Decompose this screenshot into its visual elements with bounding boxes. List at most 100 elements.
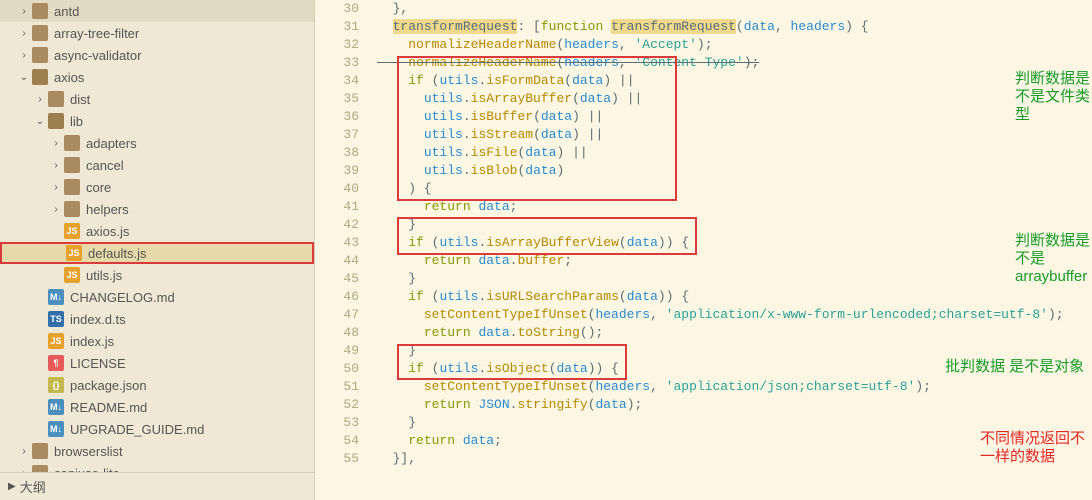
file-item-index.js[interactable]: JSindex.js [0, 330, 314, 352]
code-line[interactable]: utils.isBlob(data) [377, 162, 1092, 180]
item-label: lib [70, 114, 83, 129]
chevron-right-icon: ▶ [8, 481, 16, 492]
code-line[interactable]: normalizeHeaderName(headers, 'Content-Ty… [377, 54, 1092, 72]
folder-item-helpers[interactable]: ›helpers [0, 198, 314, 220]
item-label: browserslist [54, 444, 123, 459]
code-line[interactable]: if (utils.isObject(data)) { [377, 360, 1092, 378]
item-label: dist [70, 92, 90, 107]
code-line[interactable]: normalizeHeaderName(headers, 'Accept'); [377, 36, 1092, 54]
code-line[interactable]: return data.buffer; [377, 252, 1092, 270]
line-number: 55 [315, 450, 359, 468]
folder-icon [64, 157, 80, 173]
line-number: 38 [315, 144, 359, 162]
folder-item-async-validator[interactable]: › async-validator [0, 44, 314, 66]
code-line[interactable]: return JSON.stringify(data); [377, 396, 1092, 414]
file-icon: TS [48, 311, 64, 327]
line-number: 50 [315, 360, 359, 378]
code-line[interactable]: transformRequest: [function transformReq… [377, 18, 1092, 36]
code-line[interactable]: return data; [377, 432, 1092, 450]
code-line[interactable]: setContentTypeIfUnset(headers, 'applicat… [377, 306, 1092, 324]
chevron-right-icon: › [16, 50, 32, 61]
chevron-right-icon: › [48, 204, 64, 215]
item-label: package.json [70, 378, 147, 393]
line-number: 49 [315, 342, 359, 360]
file-item-UPGRADE_GUIDE.md[interactable]: M↓ UPGRADE_GUIDE.md [0, 418, 314, 440]
folder-icon [64, 201, 80, 217]
line-number: 42 [315, 216, 359, 234]
chevron-right-icon: › [32, 94, 48, 105]
line-number: 46 [315, 288, 359, 306]
file-item-axios.js[interactable]: JSaxios.js [0, 220, 314, 242]
item-label: index.js [70, 334, 114, 349]
item-label: array-tree-filter [54, 26, 139, 41]
item-label: CHANGELOG.md [70, 290, 175, 305]
line-number: 33 [315, 54, 359, 72]
code-line[interactable]: utils.isStream(data) || [377, 126, 1092, 144]
chevron-right-icon: › [48, 160, 64, 171]
file-item-LICENSE[interactable]: ¶LICENSE [0, 352, 314, 374]
code-area[interactable]: }, transformRequest: [function transform… [377, 0, 1092, 500]
item-label: cancel [86, 158, 124, 173]
line-number: 40 [315, 180, 359, 198]
file-icon: JS [64, 267, 80, 283]
folder-item-core[interactable]: ›core [0, 176, 314, 198]
line-number: 32 [315, 36, 359, 54]
folder-item-cancel[interactable]: › cancel [0, 154, 314, 176]
code-line[interactable]: }, [377, 0, 1092, 18]
line-number: 43 [315, 234, 359, 252]
code-line[interactable]: if (utils.isFormData(data) || [377, 72, 1092, 90]
file-icon: M↓ [48, 421, 64, 437]
line-number: 30 [315, 0, 359, 18]
code-line[interactable]: } [377, 270, 1092, 288]
code-line[interactable]: utils.isFile(data) || [377, 144, 1092, 162]
code-line[interactable]: setContentTypeIfUnset(headers, 'applicat… [377, 378, 1092, 396]
code-line[interactable]: utils.isArrayBuffer(data) || [377, 90, 1092, 108]
item-label: UPGRADE_GUIDE.md [70, 422, 204, 437]
folder-item-dist[interactable]: › dist [0, 88, 314, 110]
file-item-defaults.js[interactable]: JSdefaults.js [0, 242, 314, 264]
file-item-CHANGELOG.md[interactable]: M↓CHANGELOG.md [0, 286, 314, 308]
code-line[interactable]: return data; [377, 198, 1092, 216]
folder-item-array-tree-filter[interactable]: ›array-tree-filter [0, 22, 314, 44]
code-line[interactable]: } [377, 414, 1092, 432]
folder-icon [32, 25, 48, 41]
line-number: 48 [315, 324, 359, 342]
item-label: async-validator [54, 48, 141, 63]
file-explorer-sidebar: ›antd›array-tree-filter›async-validator⌄… [0, 0, 315, 500]
line-number: 36 [315, 108, 359, 126]
code-line[interactable]: utils.isBuffer(data) || [377, 108, 1092, 126]
code-line[interactable]: ) { [377, 180, 1092, 198]
item-label: adapters [86, 136, 137, 151]
code-line[interactable]: } [377, 342, 1092, 360]
folder-item-browserslist[interactable]: › browserslist [0, 440, 314, 462]
code-editor[interactable]: 3031323334353637383940414243444546474849… [315, 0, 1092, 500]
file-item-utils.js[interactable]: JSutils.js [0, 264, 314, 286]
file-item-README.md[interactable]: M↓README.md [0, 396, 314, 418]
folder-item-lib[interactable]: ⌄lib [0, 110, 314, 132]
folder-icon [32, 69, 48, 85]
folder-icon [32, 47, 48, 63]
folder-icon [48, 113, 64, 129]
line-number: 47 [315, 306, 359, 324]
chevron-down-icon: ⌄ [16, 72, 32, 83]
code-line[interactable]: return data.toString(); [377, 324, 1092, 342]
item-label: LICENSE [70, 356, 126, 371]
file-item-package.json[interactable]: {}package.json [0, 374, 314, 396]
line-number: 52 [315, 396, 359, 414]
chevron-right-icon: › [16, 446, 32, 457]
code-line[interactable]: if (utils.isURLSearchParams(data)) { [377, 288, 1092, 306]
code-line[interactable]: }], [377, 450, 1092, 468]
line-number: 45 [315, 270, 359, 288]
code-line[interactable]: } [377, 216, 1092, 234]
file-item-index.d.ts[interactable]: TS index.d.ts [0, 308, 314, 330]
item-label: index.d.ts [70, 312, 126, 327]
chevron-right-icon: › [48, 138, 64, 149]
outline-panel-header[interactable]: ▶ 大纲 [0, 472, 314, 500]
code-line[interactable]: if (utils.isArrayBufferView(data)) { [377, 234, 1092, 252]
folder-item-caniuse-lite[interactable]: ›caniuse-lite [0, 462, 314, 472]
folder-icon [32, 443, 48, 459]
folder-item-adapters[interactable]: › adapters [0, 132, 314, 154]
folder-item-axios[interactable]: ⌄axios [0, 66, 314, 88]
item-label: README.md [70, 400, 147, 415]
folder-item-antd[interactable]: ›antd [0, 0, 314, 22]
